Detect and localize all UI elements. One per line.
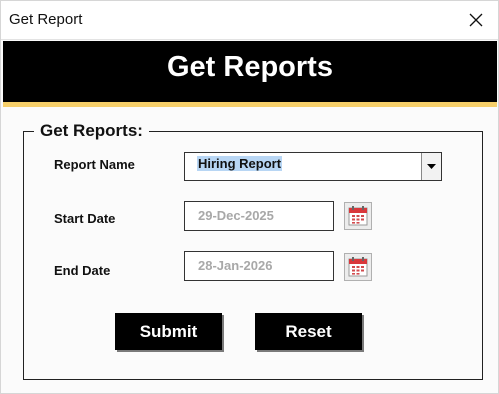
chevron-down-icon	[427, 163, 436, 169]
end-date-value: 28-Jan-2026	[198, 258, 273, 273]
end-date-field[interactable]: 28-Jan-2026	[184, 251, 334, 281]
report-name-value: Hiring Report	[197, 156, 283, 171]
title-bar: Get Report	[1, 1, 498, 40]
start-date-calendar-button[interactable]	[344, 202, 372, 230]
start-date-value: 29-Dec-2025	[198, 208, 274, 223]
header-banner: Get Reports	[3, 41, 497, 107]
end-date-label: End Date	[54, 263, 111, 278]
banner-title: Get Reports	[167, 51, 333, 83]
close-icon	[469, 13, 483, 27]
calendar-icon	[348, 257, 368, 277]
dropdown-button[interactable]	[421, 153, 441, 180]
group-legend: Get Reports:	[34, 121, 149, 141]
start-date-label: Start Date	[54, 211, 116, 226]
report-name-label: Report Name	[54, 157, 135, 172]
end-date-calendar-button[interactable]	[344, 253, 372, 281]
window-title: Get Report	[9, 11, 83, 28]
reset-button[interactable]: Reset	[255, 313, 362, 350]
start-date-field[interactable]: 29-Dec-2025	[184, 201, 334, 231]
report-name-select[interactable]: Hiring Report	[184, 152, 442, 181]
submit-button[interactable]: Submit	[115, 313, 222, 350]
close-button[interactable]	[454, 1, 498, 39]
calendar-icon	[348, 206, 368, 226]
